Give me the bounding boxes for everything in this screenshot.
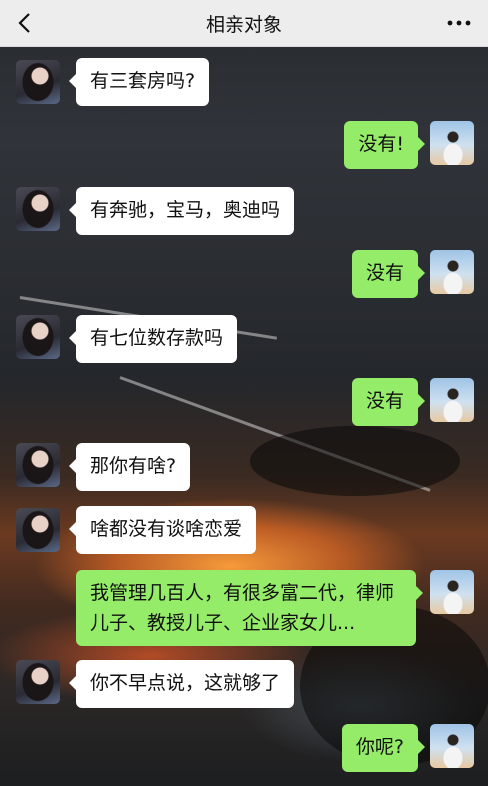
- outgoing-message[interactable]: 没有!: [344, 121, 425, 169]
- contact-avatar[interactable]: [16, 508, 60, 552]
- contact-avatar[interactable]: [16, 660, 60, 704]
- my-avatar[interactable]: [430, 378, 474, 422]
- contact-avatar[interactable]: [16, 443, 60, 487]
- outgoing-message[interactable]: 没有: [351, 378, 426, 426]
- more-dots-icon[interactable]: [444, 11, 474, 35]
- contact-avatar[interactable]: [16, 187, 60, 231]
- chevron-left-icon[interactable]: [14, 11, 38, 35]
- my-avatar[interactable]: [430, 250, 474, 294]
- page-title: 相亲对象: [205, 13, 282, 36]
- contact-avatar[interactable]: [16, 315, 60, 359]
- incoming-message[interactable]: 啥都没有谈啥恋爱: [68, 506, 257, 554]
- my-avatar[interactable]: [430, 121, 474, 165]
- incoming-message[interactable]: 有三套房吗?: [68, 58, 210, 106]
- my-avatar[interactable]: [430, 570, 474, 614]
- outgoing-message[interactable]: 没有: [351, 250, 426, 298]
- contact-avatar[interactable]: [16, 60, 60, 104]
- incoming-message[interactable]: 那你有啥?: [68, 443, 191, 491]
- outgoing-message[interactable]: 我管理几百人，有很多富二代，律师儿子、教授儿子、企业家女儿...: [76, 570, 423, 646]
- outgoing-message[interactable]: 你呢?: [341, 724, 426, 772]
- incoming-message[interactable]: 你不早点说，这就够了: [68, 660, 295, 708]
- incoming-message[interactable]: 有七位数存款吗: [68, 315, 238, 363]
- tree-reflection: [250, 426, 460, 496]
- my-avatar[interactable]: [430, 724, 474, 768]
- chat-header: 相亲对象: [0, 0, 488, 47]
- incoming-message[interactable]: 有奔驰，宝马，奥迪吗: [68, 187, 295, 235]
